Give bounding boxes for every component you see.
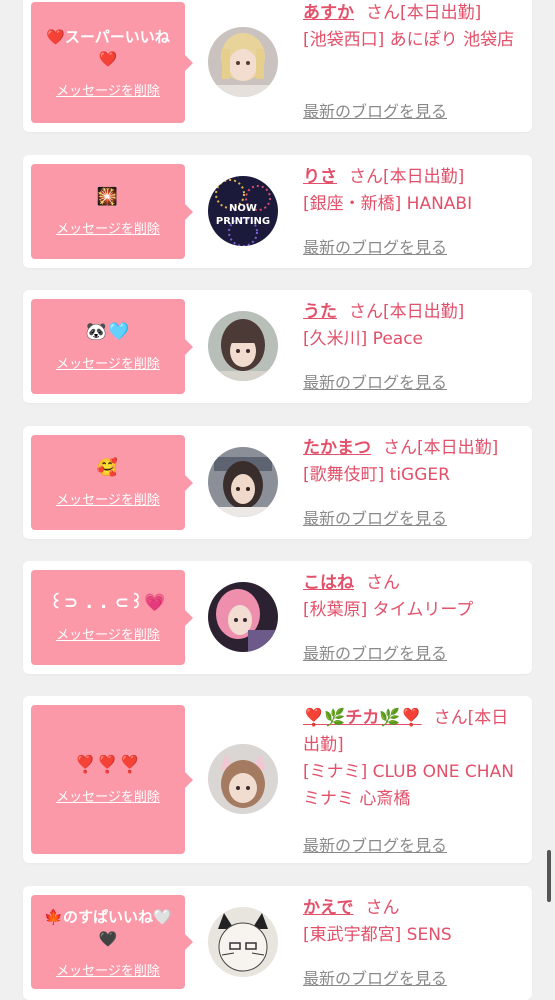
avatar[interactable] bbox=[208, 907, 278, 977]
message-bubble: 🍁のすぱいいね🤍🖤 メッセージを削除 bbox=[31, 895, 193, 989]
member-info: りさ さん[本日出勤] [銀座・新橋] HANABI bbox=[303, 164, 523, 218]
honorific: さん bbox=[433, 708, 468, 728]
member-name-link[interactable]: かえで bbox=[303, 898, 354, 918]
message-bubble: 🐼🩵 メッセージを削除 bbox=[31, 299, 193, 394]
list-item: ❤️スーパーいいね❤️ メッセージを削除 あすか さん[本日出勤] [池袋西口] … bbox=[23, 0, 532, 132]
honorific: さん bbox=[365, 898, 400, 918]
list-item: ꒰⊃ . . ⊂꒱💗 メッセージを削除 こはね さん [秋葉原] タイムリープ 最… bbox=[23, 561, 532, 674]
message-bubble: ❣️❣️❣️ メッセージを削除 bbox=[31, 705, 193, 854]
list-item: ❣️❣️❣️ メッセージを削除 ❣️🌿チカ🌿❣️ さん[本日出勤] [ミナミ] C… bbox=[23, 696, 532, 863]
delete-message-link[interactable]: メッセージを削除 bbox=[56, 489, 160, 508]
honorific: さん bbox=[383, 438, 417, 458]
avatar[interactable] bbox=[208, 447, 278, 517]
delete-message-link[interactable]: メッセージを削除 bbox=[56, 624, 160, 643]
avatar[interactable]: NOW PRINTING bbox=[208, 176, 278, 246]
message-text: 🐼🩵 bbox=[85, 322, 131, 342]
message-text: ꒰⊃ . . ⊂꒱💗 bbox=[49, 593, 167, 613]
member-info: うた さん[本日出勤] [久米川] Peace bbox=[303, 299, 523, 353]
avatar-placeholder-text: PRINTING bbox=[216, 216, 270, 227]
message-bubble: 🎇 メッセージを削除 bbox=[31, 164, 193, 259]
member-name-link[interactable]: りさ bbox=[303, 167, 337, 187]
shop-text: [ミナミ] CLUB ONE CHAN ミナミ 心斎橋 bbox=[303, 762, 514, 809]
member-name-link[interactable]: たかまつ bbox=[303, 438, 371, 458]
honorific: さん bbox=[349, 302, 383, 322]
avatar[interactable] bbox=[208, 27, 278, 97]
member-info: かえで さん [東武宇都宮] SENS bbox=[303, 895, 523, 949]
honorific: さん bbox=[366, 3, 400, 23]
message-bubble: 🥰 メッセージを削除 bbox=[31, 435, 193, 530]
member-name-link[interactable]: ❣️🌿チカ🌿❣️ bbox=[303, 708, 422, 728]
shop-text: [秋葉原] タイムリープ bbox=[303, 600, 474, 620]
status-text: [本日出勤] bbox=[400, 3, 482, 23]
delete-message-link[interactable]: メッセージを削除 bbox=[56, 786, 160, 805]
message-text: 🥰 bbox=[96, 458, 120, 478]
status-text: [本日出勤] bbox=[383, 167, 465, 187]
delete-message-link[interactable]: メッセージを削除 bbox=[56, 80, 160, 99]
avatar[interactable] bbox=[208, 311, 278, 381]
list-item: 🥰 メッセージを削除 たかまつ さん[本日出勤] [歌舞伎町] tiGGER 最新… bbox=[23, 426, 532, 539]
message-text: 🎇 bbox=[96, 187, 120, 207]
message-text: 🍁のすぱいいね🤍🖤 bbox=[44, 907, 172, 948]
latest-blog-link[interactable]: 最新のブログを見る bbox=[303, 98, 447, 122]
delete-message-link[interactable]: メッセージを削除 bbox=[56, 960, 160, 979]
latest-blog-link[interactable]: 最新のブログを見る bbox=[303, 234, 447, 258]
member-name-link[interactable]: あすか bbox=[303, 3, 354, 23]
member-info: ❣️🌿チカ🌿❣️ さん[本日出勤] [ミナミ] CLUB ONE CHAN ミナミ… bbox=[303, 705, 523, 813]
status-text: [本日出勤] bbox=[383, 302, 465, 322]
member-info: あすか さん[本日出勤] [池袋西口] あにぽり 池袋店 bbox=[303, 0, 523, 54]
avatar[interactable] bbox=[208, 582, 278, 652]
shop-text: [久米川] Peace bbox=[303, 329, 423, 349]
list-item: 🎇 メッセージを削除 NOW PRINTING りさ さん[本日出勤] [銀座・新… bbox=[23, 155, 532, 268]
latest-blog-link[interactable]: 最新のブログを見る bbox=[303, 832, 447, 856]
avatar-placeholder-text: NOW bbox=[229, 203, 257, 214]
latest-blog-link[interactable]: 最新のブログを見る bbox=[303, 369, 447, 393]
shop-text: [歌舞伎町] tiGGER bbox=[303, 465, 450, 485]
member-info: こはね さん [秋葉原] タイムリープ bbox=[303, 570, 523, 624]
member-info: たかまつ さん[本日出勤] [歌舞伎町] tiGGER bbox=[303, 435, 523, 489]
message-text: ❤️スーパーいいね❤️ bbox=[46, 28, 170, 68]
latest-blog-link[interactable]: 最新のブログを見る bbox=[303, 505, 447, 529]
delete-message-link[interactable]: メッセージを削除 bbox=[56, 218, 160, 237]
message-bubble: ꒰⊃ . . ⊂꒱💗 メッセージを削除 bbox=[31, 570, 193, 665]
status-text: [本日出勤] bbox=[417, 438, 499, 458]
delete-message-link[interactable]: メッセージを削除 bbox=[56, 353, 160, 372]
message-text: ❣️❣️❣️ bbox=[74, 755, 142, 775]
favorites-list: ❤️スーパーいいね❤️ メッセージを削除 あすか さん[本日出勤] [池袋西口] … bbox=[0, 0, 555, 1000]
list-item: 🐼🩵 メッセージを削除 うた さん[本日出勤] [久米川] Peace 最新のブロ… bbox=[23, 290, 532, 403]
avatar[interactable] bbox=[208, 744, 278, 814]
message-bubble: ❤️スーパーいいね❤️ メッセージを削除 bbox=[31, 2, 193, 123]
list-item: 🍁のすぱいいね🤍🖤 メッセージを削除 かえで さん [東武宇都宮] SENS 最新… bbox=[23, 886, 532, 1000]
member-name-link[interactable]: こはね bbox=[303, 573, 354, 593]
shop-text: [池袋西口] あにぽり 池袋店 bbox=[303, 30, 515, 50]
scrollbar[interactable] bbox=[547, 850, 551, 902]
shop-text: [銀座・新橋] HANABI bbox=[303, 194, 473, 214]
latest-blog-link[interactable]: 最新のブログを見る bbox=[303, 965, 447, 989]
honorific: さん bbox=[349, 167, 383, 187]
member-name-link[interactable]: うた bbox=[303, 302, 337, 322]
shop-text: [東武宇都宮] SENS bbox=[303, 925, 452, 945]
honorific: さん bbox=[366, 573, 400, 593]
latest-blog-link[interactable]: 最新のブログを見る bbox=[303, 640, 447, 664]
